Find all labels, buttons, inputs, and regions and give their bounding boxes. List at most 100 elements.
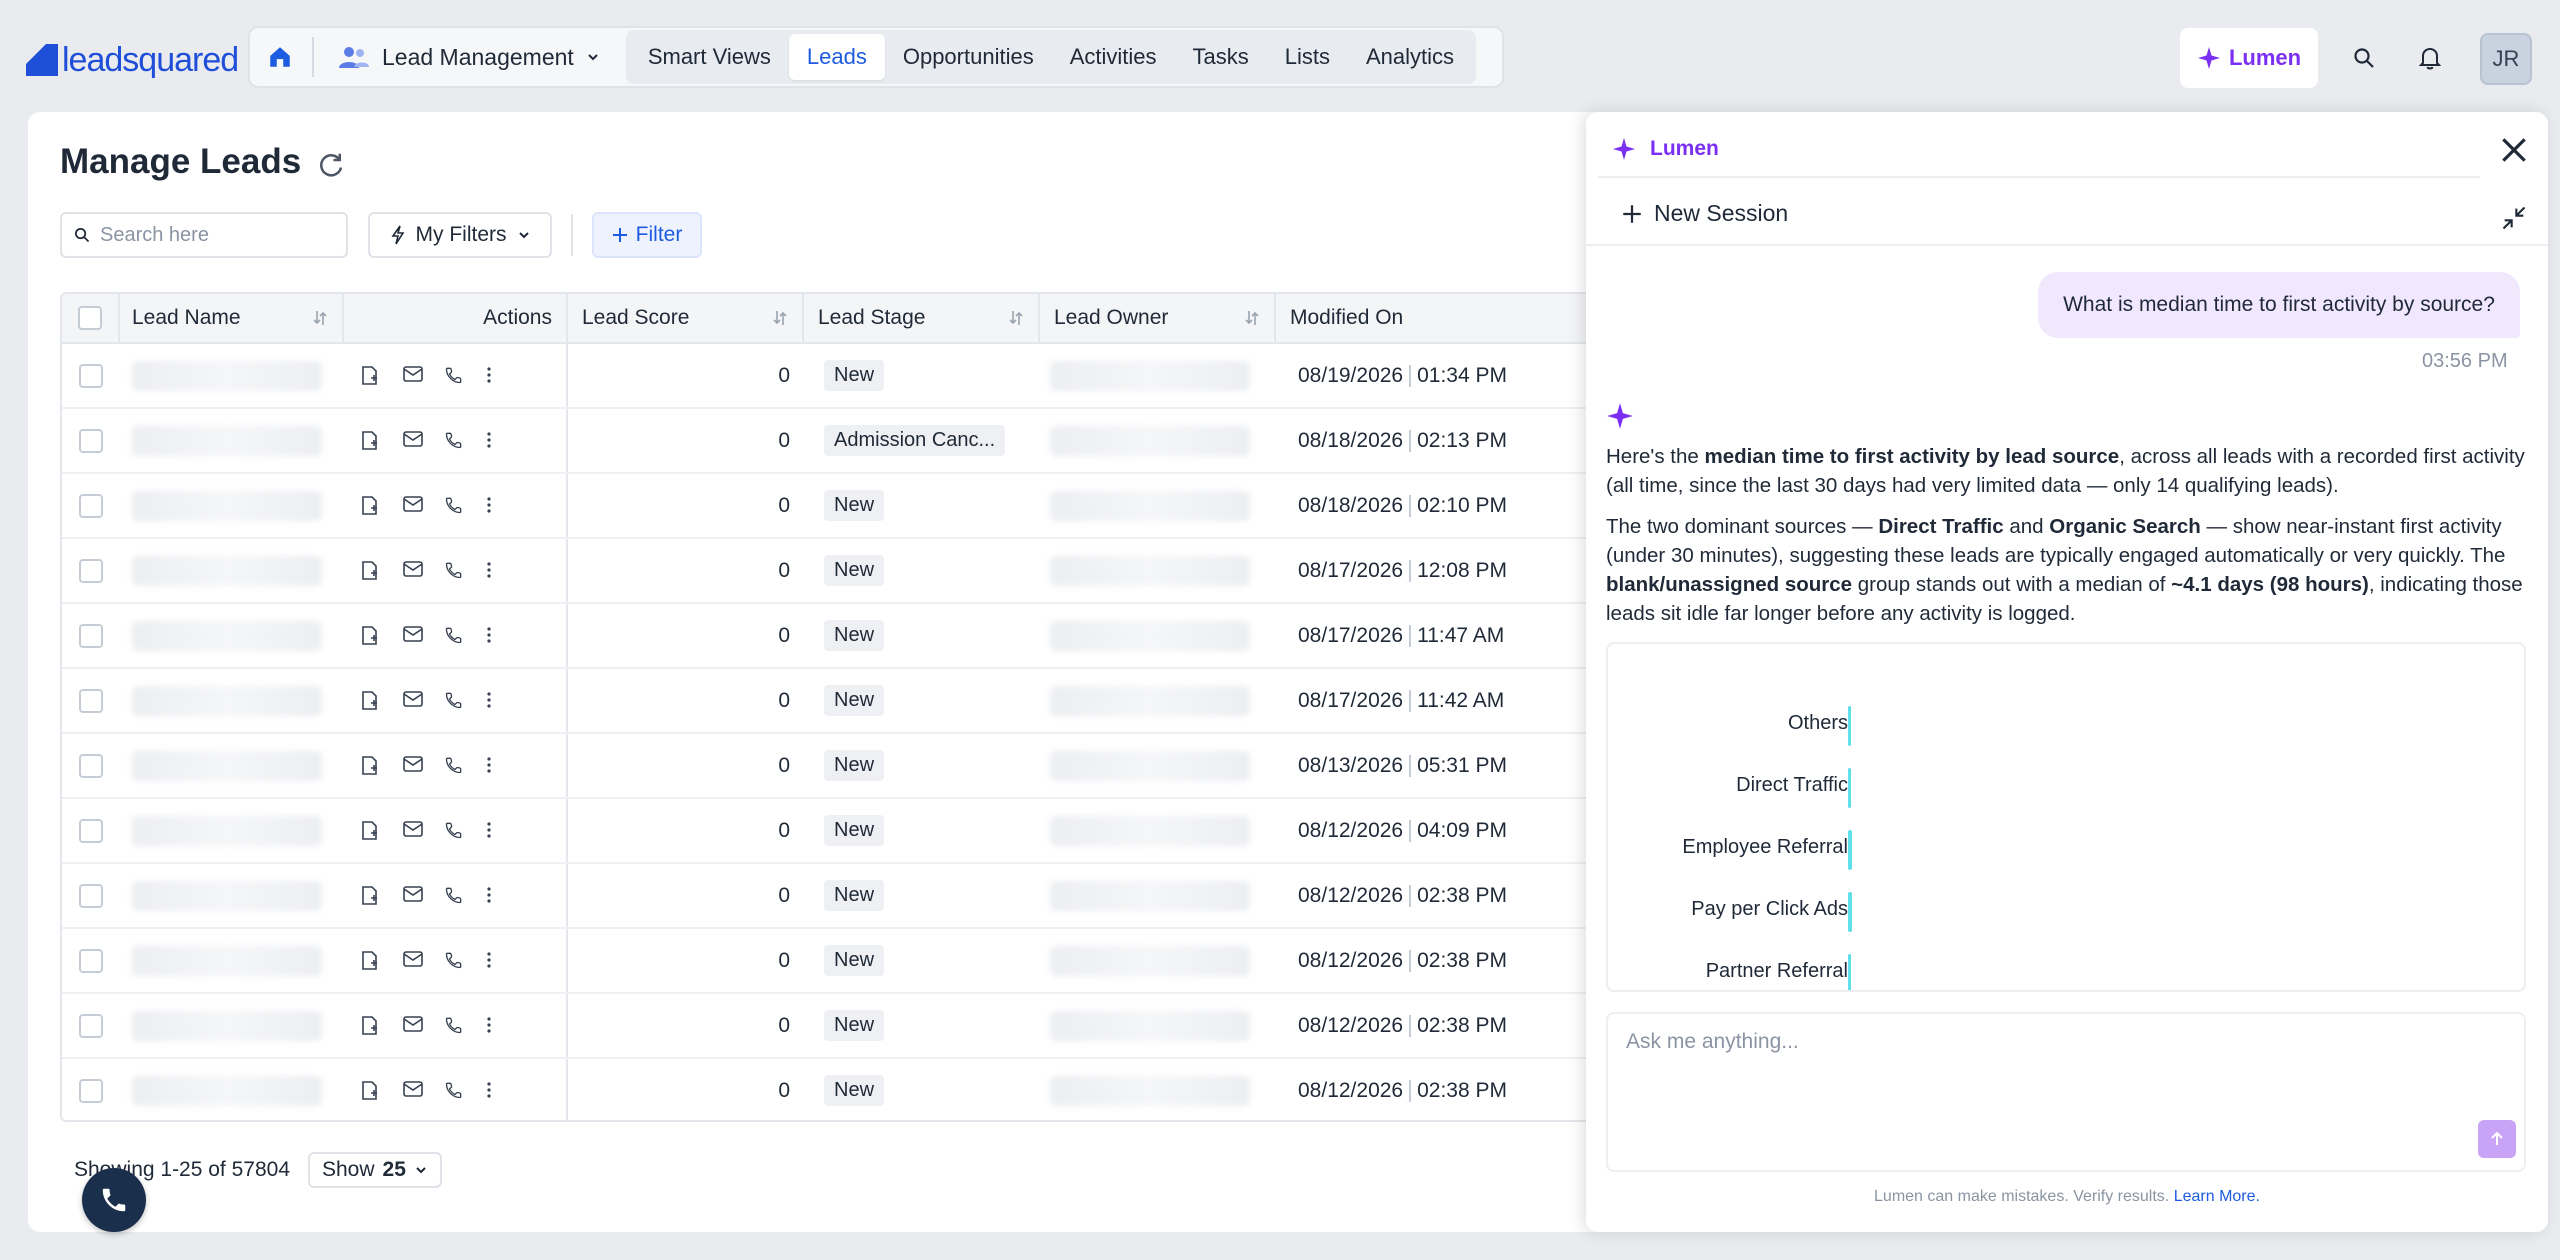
email-icon[interactable] [402, 365, 424, 387]
select-all-checkbox[interactable] [78, 306, 102, 330]
row-checkbox[interactable] [79, 753, 103, 778]
table-row[interactable]: 0 New 08/19/2026 01:34 PM [62, 344, 1618, 409]
sort-icon[interactable] [1008, 308, 1024, 328]
chart-bar[interactable] [1848, 892, 1853, 932]
more-options-icon[interactable] [486, 365, 508, 387]
chat-input[interactable] [1626, 1030, 2486, 1110]
lumen-tab[interactable]: Lumen [1598, 122, 2480, 178]
tab-opportunities[interactable]: Opportunities [885, 34, 1052, 80]
more-options-icon[interactable] [486, 1080, 508, 1102]
phone-icon[interactable] [444, 495, 466, 517]
table-row[interactable]: 0 New 08/18/2026 02:10 PM [62, 474, 1618, 539]
lead-name-cell[interactable] [120, 604, 344, 667]
lead-name-cell[interactable] [120, 409, 344, 472]
email-icon[interactable] [402, 690, 424, 712]
email-icon[interactable] [402, 1080, 424, 1102]
more-options-icon[interactable] [486, 625, 508, 647]
column-lead-score[interactable]: Lead Score [568, 294, 804, 342]
table-row[interactable]: 0 New 08/12/2026 02:38 PM [62, 994, 1618, 1059]
table-row[interactable]: 0 New 08/12/2026 02:38 PM [62, 1059, 1618, 1120]
more-options-icon[interactable] [486, 885, 508, 907]
lead-name-cell[interactable] [120, 994, 344, 1057]
sort-icon[interactable] [312, 308, 328, 328]
tab-analytics[interactable]: Analytics [1348, 34, 1472, 80]
email-icon[interactable] [402, 625, 424, 647]
column-lead-name[interactable]: Lead Name [120, 294, 344, 342]
row-checkbox[interactable] [79, 1013, 103, 1038]
add-note-icon[interactable] [360, 1015, 382, 1037]
phone-icon[interactable] [444, 560, 466, 582]
lead-name-cell[interactable] [120, 669, 344, 732]
add-note-icon[interactable] [360, 690, 382, 712]
call-fab-button[interactable] [82, 1168, 146, 1232]
email-icon[interactable] [402, 495, 424, 517]
search-icon[interactable] [2346, 40, 2382, 76]
home-icon[interactable] [258, 35, 302, 79]
phone-icon[interactable] [444, 1015, 466, 1037]
more-options-icon[interactable] [486, 950, 508, 972]
row-checkbox[interactable] [79, 883, 103, 908]
more-options-icon[interactable] [486, 820, 508, 842]
phone-icon[interactable] [444, 430, 466, 452]
send-button[interactable] [2478, 1120, 2516, 1158]
add-note-icon[interactable] [360, 625, 382, 647]
lead-name-cell[interactable] [120, 734, 344, 797]
collapse-icon[interactable] [2500, 204, 2528, 232]
close-icon[interactable] [2498, 134, 2530, 166]
chart-bar[interactable] [1848, 830, 1853, 870]
row-checkbox[interactable] [79, 558, 103, 583]
table-row[interactable]: 0 New 08/17/2026 11:42 AM [62, 669, 1618, 734]
add-note-icon[interactable] [360, 755, 382, 777]
phone-icon[interactable] [444, 950, 466, 972]
tab-lists[interactable]: Lists [1267, 34, 1348, 80]
email-icon[interactable] [402, 430, 424, 452]
new-session-button[interactable]: New Session [1622, 200, 1788, 227]
lead-name-cell[interactable] [120, 1059, 344, 1120]
more-options-icon[interactable] [486, 755, 508, 777]
lead-name-cell[interactable] [120, 864, 344, 927]
filter-button[interactable]: Filter [592, 212, 702, 258]
learn-more-link[interactable]: Learn More. [2174, 1188, 2260, 1205]
sort-icon[interactable] [772, 308, 788, 328]
row-checkbox[interactable] [79, 363, 103, 388]
phone-icon[interactable] [444, 365, 466, 387]
table-row[interactable]: 0 New 08/17/2026 12:08 PM [62, 539, 1618, 604]
table-row[interactable]: 0 New 08/17/2026 11:47 AM [62, 604, 1618, 669]
module-selector[interactable]: Lead Management [324, 44, 614, 71]
page-size-select[interactable]: Show 25 [308, 1152, 442, 1188]
lead-name-cell[interactable] [120, 929, 344, 992]
row-checkbox[interactable] [79, 948, 103, 973]
tab-tasks[interactable]: Tasks [1175, 34, 1267, 80]
row-checkbox[interactable] [79, 428, 103, 453]
table-row[interactable]: 0 New 08/12/2026 02:38 PM [62, 864, 1618, 929]
row-checkbox[interactable] [79, 818, 103, 843]
phone-icon[interactable] [444, 1080, 466, 1102]
row-checkbox[interactable] [79, 623, 103, 648]
lead-name-cell[interactable] [120, 799, 344, 862]
add-note-icon[interactable] [360, 495, 382, 517]
more-options-icon[interactable] [486, 690, 508, 712]
add-note-icon[interactable] [360, 560, 382, 582]
table-row[interactable]: 0 New 08/12/2026 04:09 PM [62, 799, 1618, 864]
more-options-icon[interactable] [486, 560, 508, 582]
email-icon[interactable] [402, 755, 424, 777]
tab-activities[interactable]: Activities [1052, 34, 1175, 80]
phone-icon[interactable] [444, 885, 466, 907]
table-row[interactable]: 0 New 08/13/2026 05:31 PM [62, 734, 1618, 799]
email-icon[interactable] [402, 560, 424, 582]
column-lead-owner[interactable]: Lead Owner [1040, 294, 1276, 342]
chart-bar[interactable] [1848, 706, 1851, 746]
more-options-icon[interactable] [486, 430, 508, 452]
lumen-button[interactable]: Lumen [2180, 28, 2318, 88]
user-avatar[interactable]: JR [2480, 33, 2532, 85]
chart-bar[interactable] [1848, 954, 1851, 990]
tab-smart-views[interactable]: Smart Views [630, 34, 789, 80]
column-lead-stage[interactable]: Lead Stage [804, 294, 1040, 342]
leadsquared-logo[interactable]: leadsquared [26, 38, 239, 82]
tab-leads[interactable]: Leads [788, 34, 885, 80]
phone-icon[interactable] [444, 755, 466, 777]
add-note-icon[interactable] [360, 1080, 382, 1102]
bell-icon[interactable] [2412, 40, 2448, 76]
email-icon[interactable] [402, 950, 424, 972]
phone-icon[interactable] [444, 690, 466, 712]
